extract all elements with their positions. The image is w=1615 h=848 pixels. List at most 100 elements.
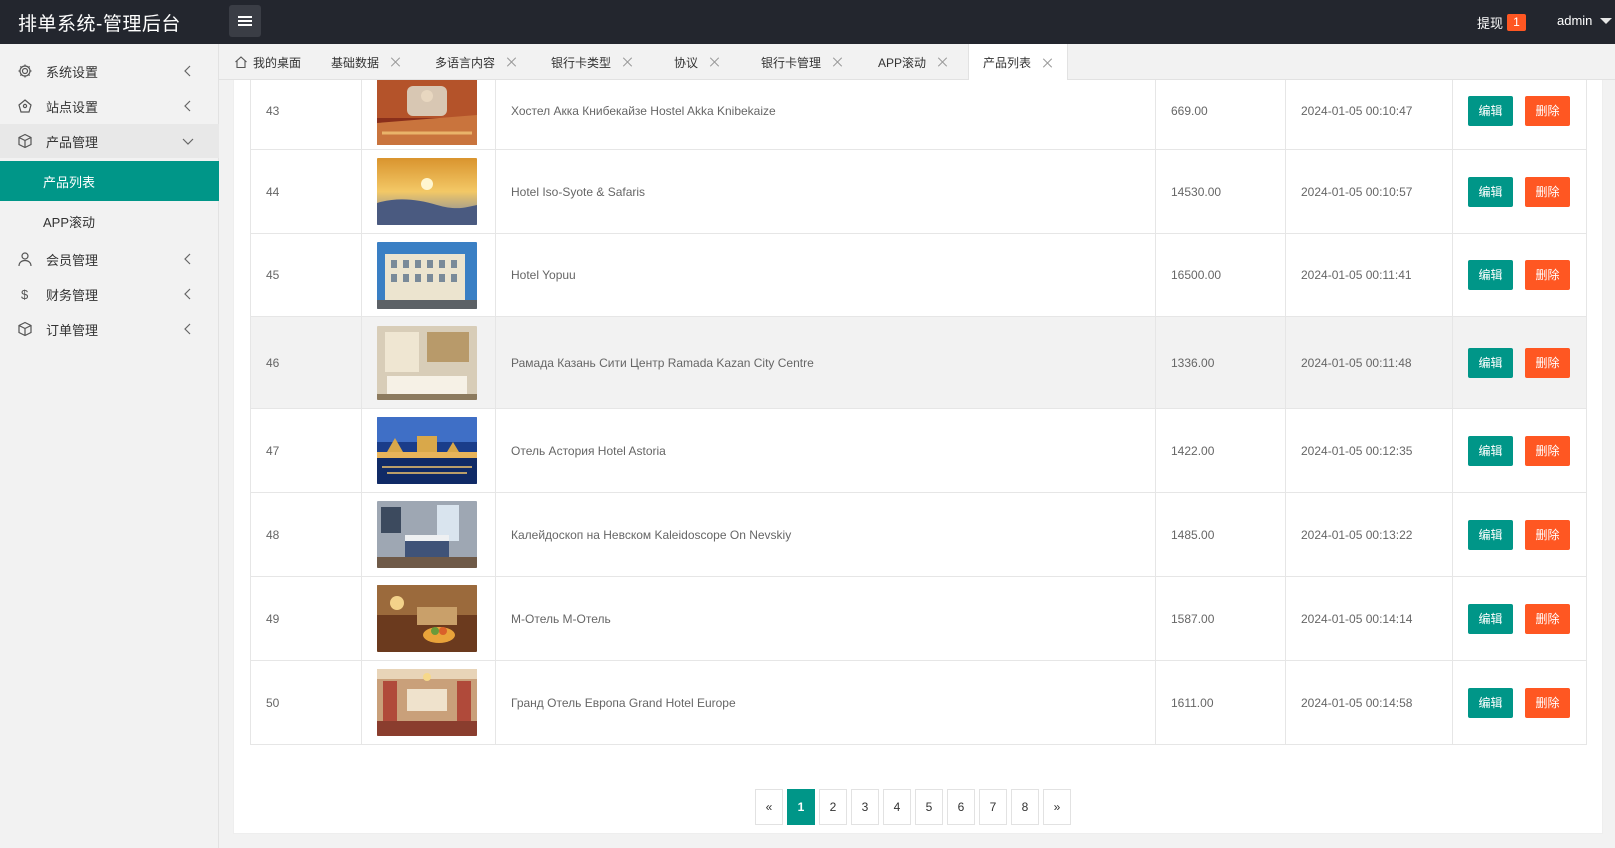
sidebar-item-site-settings[interactable]: 站点设置	[0, 89, 219, 123]
edit-button[interactable]: 编辑	[1468, 687, 1513, 718]
close-icon[interactable]	[391, 57, 401, 67]
product-price: 1422.00	[1155, 408, 1286, 493]
edit-button[interactable]: 编辑	[1468, 519, 1513, 550]
edit-button[interactable]: 编辑	[1468, 260, 1513, 290]
actions-cell: 编辑 删除	[1452, 492, 1587, 577]
table-row: 45 Hotel Yopuu 16500.00 2024-01-05 00:11…	[250, 233, 1587, 317]
edit-button[interactable]: 编辑	[1468, 96, 1513, 126]
user-menu[interactable]: admin	[1557, 13, 1592, 28]
tab-label: 产品列表	[983, 56, 1032, 70]
tab-multilang[interactable]: 多语言内容	[435, 44, 517, 80]
product-thumbnail	[377, 325, 477, 400]
thumbnail-cell	[361, 576, 496, 661]
tab-my-desktop[interactable]: 我的桌面	[234, 44, 301, 80]
tab-label: 基础数据	[331, 55, 380, 70]
tab-agreement[interactable]: 协议	[674, 44, 720, 80]
product-thumbnail	[377, 158, 477, 225]
product-price: 1587.00	[1155, 576, 1286, 661]
page-prev-button[interactable]: «	[755, 789, 783, 825]
tab-basic-data[interactable]: 基础数据	[331, 44, 401, 80]
actions-cell: 编辑 删除	[1452, 316, 1587, 409]
product-thumbnail	[377, 501, 477, 568]
table-row: 49 М-Отель M-Отель 1587.00 2024-01-05 00…	[250, 576, 1587, 661]
page-button-2[interactable]: 2	[819, 789, 847, 825]
delete-button[interactable]: 删除	[1525, 435, 1570, 466]
product-name: М-Отель M-Отель	[495, 576, 1156, 661]
created-time: 2024-01-05 00:14:58	[1285, 660, 1453, 745]
row-id: 44	[250, 149, 362, 234]
menu-toggle-button[interactable]	[229, 5, 261, 37]
sidebar-subitem-product-list[interactable]: 产品列表	[0, 161, 219, 201]
sidebar-item-finance-management[interactable]: $ 财务管理	[0, 277, 219, 311]
product-price: 1485.00	[1155, 492, 1286, 577]
product-thumbnail	[377, 585, 477, 652]
page-button-3[interactable]: 3	[851, 789, 879, 825]
home-icon	[235, 56, 247, 69]
close-icon[interactable]	[623, 57, 633, 67]
product-name: Отель Астория Hotel Astoria	[495, 408, 1156, 493]
product-thumbnail	[377, 417, 477, 484]
product-name: Рамада Казань Сити Центр Ramada Kazan Ci…	[495, 316, 1156, 409]
sidebar-item-label: 财务管理	[46, 287, 99, 303]
table-row: 48 Калейдоскоп на Невском Kaleidoscope O…	[250, 492, 1587, 577]
product-price: 1611.00	[1155, 660, 1286, 745]
page-button-8[interactable]: 8	[1011, 789, 1039, 825]
close-icon[interactable]	[1043, 58, 1053, 68]
sidebar-item-system-settings[interactable]: 系统设置	[0, 54, 219, 88]
sidebar-item-product-management[interactable]: 产品管理	[0, 124, 219, 158]
close-icon[interactable]	[710, 57, 720, 67]
row-id: 47	[250, 408, 362, 493]
withdraw-link[interactable]: 提现	[1477, 13, 1503, 32]
edit-button[interactable]: 编辑	[1468, 176, 1513, 207]
delete-button[interactable]: 删除	[1525, 260, 1570, 290]
page-button-1[interactable]: 1	[787, 789, 815, 825]
edit-button[interactable]: 编辑	[1468, 347, 1513, 378]
page-button-5[interactable]: 5	[915, 789, 943, 825]
sidebar-item-member-management[interactable]: 会员管理	[0, 242, 219, 276]
delete-button[interactable]: 删除	[1525, 176, 1570, 207]
chevron-down-icon	[182, 138, 194, 145]
top-header: 排单系统-管理后台 提现 1 admin	[0, 0, 1615, 44]
actions-cell: 编辑 删除	[1452, 149, 1587, 234]
product-table: 43 Хостел Акка Книбекайзе Hostel Akka Kn…	[250, 80, 1587, 745]
actions-cell: 编辑 删除	[1452, 80, 1587, 150]
product-price: 14530.00	[1155, 149, 1286, 234]
thumbnail-cell	[361, 233, 496, 317]
delete-button[interactable]: 删除	[1525, 687, 1570, 718]
app-title: 排单系统-管理后台	[18, 14, 181, 35]
page-button-4[interactable]: 4	[883, 789, 911, 825]
close-icon[interactable]	[507, 57, 517, 67]
tab-app-scroll[interactable]: APP滚动	[878, 44, 948, 80]
user-icon	[18, 252, 32, 267]
pagination: « 1 2 3 4 5 6 7 8 »	[755, 789, 1075, 825]
created-time: 2024-01-05 00:13:22	[1285, 492, 1453, 577]
actions-cell: 编辑 删除	[1452, 576, 1587, 661]
created-time: 2024-01-05 00:10:57	[1285, 149, 1453, 234]
delete-button[interactable]: 删除	[1525, 96, 1570, 126]
delete-button[interactable]: 删除	[1525, 347, 1570, 378]
page-button-7[interactable]: 7	[979, 789, 1007, 825]
delete-button[interactable]: 删除	[1525, 519, 1570, 550]
sidebar-item-order-management[interactable]: 订单管理	[0, 312, 219, 346]
close-icon[interactable]	[938, 57, 948, 67]
tab-label: 我的桌面	[253, 55, 302, 70]
edit-button[interactable]: 编辑	[1468, 603, 1513, 634]
actions-cell: 编辑 删除	[1452, 660, 1587, 745]
delete-button[interactable]: 删除	[1525, 603, 1570, 634]
tab-bankcard-management[interactable]: 银行卡管理	[761, 44, 843, 80]
edit-button[interactable]: 编辑	[1468, 435, 1513, 466]
row-id: 43	[250, 80, 362, 150]
caret-down-icon[interactable]	[1600, 18, 1612, 24]
created-time: 2024-01-05 00:10:47	[1285, 80, 1453, 150]
sidebar-subitem-app-scroll[interactable]: APP滚动	[0, 201, 219, 241]
svg-text:$: $	[21, 287, 29, 302]
page-next-button[interactable]: »	[1043, 789, 1071, 825]
table-row: 47 Отель Астория Hotel Astoria 1422.00 2…	[250, 408, 1587, 493]
tab-bankcard-type[interactable]: 银行卡类型	[551, 44, 633, 80]
chevron-left-icon	[184, 288, 191, 300]
page-button-6[interactable]: 6	[947, 789, 975, 825]
product-name: Гранд Отель Европа Grand Hotel Europe	[495, 660, 1156, 745]
close-icon[interactable]	[833, 57, 843, 67]
thumbnail-cell	[361, 408, 496, 493]
tab-product-list[interactable]: 产品列表	[968, 44, 1069, 81]
